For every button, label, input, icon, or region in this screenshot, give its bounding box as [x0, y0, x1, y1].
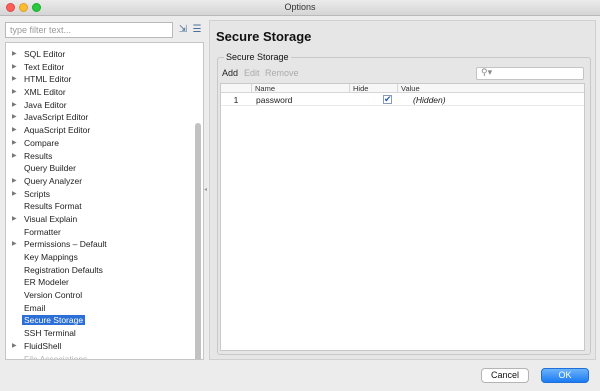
tree-item-label: Registration Defaults: [24, 264, 103, 275]
tree-item-label: HTML Editor: [24, 74, 72, 85]
table-header: Name Hide Value: [221, 84, 584, 93]
tree-item-label: AquaScript Editor: [24, 125, 91, 136]
tree-item[interactable]: Version Control: [6, 289, 194, 302]
tree-item[interactable]: ▶ Text Editor: [6, 61, 194, 74]
column-header-value[interactable]: Value: [397, 84, 584, 93]
tree-item[interactable]: Email: [6, 302, 194, 315]
edit-button[interactable]: Edit: [244, 68, 260, 78]
add-button[interactable]: Add: [222, 68, 238, 78]
title-bar: Options: [0, 0, 600, 16]
tree-item[interactable]: Key Mappings: [6, 251, 194, 264]
expand-arrow-icon[interactable]: ▶: [12, 175, 17, 188]
tree-item[interactable]: ▶ Java Editor: [6, 99, 194, 112]
tree-item-label: Permissions – Default: [24, 239, 107, 250]
table-row[interactable]: 1 password (Hidden): [221, 93, 584, 106]
group-title: Secure Storage: [224, 52, 291, 62]
expand-arrow-icon[interactable]: ▶: [12, 73, 17, 86]
tree-item-label: SSH Terminal: [24, 328, 76, 339]
tree-item[interactable]: ▶ Permissions – Default: [6, 238, 194, 251]
ok-button[interactable]: OK: [541, 368, 589, 383]
options-tree[interactable]: ▶ SQL Editor ▶ Text Editor ▶ HTML Editor ▶ XML …: [5, 42, 204, 360]
cancel-button[interactable]: Cancel: [481, 368, 529, 383]
filter-input[interactable]: [5, 22, 173, 38]
page-title: Secure Storage: [216, 29, 312, 44]
tree-item-label: Key Mappings: [24, 252, 78, 262]
tree-item[interactable]: ▶ AquaScript Editor: [6, 124, 194, 137]
column-header-hide[interactable]: Hide: [349, 84, 397, 93]
splitter-handle[interactable]: ◂: [204, 186, 207, 194]
expand-arrow-icon[interactable]: ▶: [12, 213, 17, 226]
expand-arrow-icon[interactable]: ▶: [12, 61, 17, 74]
column-header-name[interactable]: Name: [251, 84, 349, 93]
tree-scrollbar[interactable]: [195, 123, 201, 359]
expand-arrow-icon[interactable]: ▶: [12, 150, 17, 163]
expand-arrow-icon[interactable]: ▶: [12, 111, 17, 124]
expand-arrow-icon[interactable]: ▶: [12, 340, 17, 353]
minimize-window-button[interactable]: [19, 3, 28, 12]
tree-list: ▶ SQL Editor ▶ Text Editor ▶ HTML Editor ▶ XML …: [6, 48, 194, 360]
tree-item[interactable]: ▶ Scripts: [6, 188, 194, 201]
tree-item[interactable]: Registration Defaults: [6, 264, 194, 277]
expand-all-icon[interactable]: ⇲: [177, 23, 189, 37]
secure-storage-table[interactable]: Name Hide Value 1 password (Hidden): [220, 83, 585, 351]
tree-item-label: JavaScript Editor: [24, 112, 89, 123]
remove-button[interactable]: Remove: [265, 68, 299, 78]
tree-item-label: Java Editor: [24, 99, 67, 110]
tree-item[interactable]: Query Builder: [6, 162, 194, 175]
tree-item-label: Compare: [24, 137, 59, 148]
tree-item[interactable]: ▶ XML Editor: [6, 86, 194, 99]
table-search-input[interactable]: ⚲▾: [476, 67, 584, 80]
expand-arrow-icon[interactable]: ▶: [12, 188, 17, 201]
expand-arrow-icon[interactable]: ▶: [12, 99, 17, 112]
tree-item-label: Version Control: [24, 290, 83, 301]
row-number: 1: [233, 95, 239, 105]
expand-arrow-icon[interactable]: ▶: [12, 124, 17, 137]
tree-item[interactable]: ▶ JavaScript Editor: [6, 111, 194, 124]
tree-item[interactable]: File Associations: [6, 353, 194, 360]
tree-item-label: SQL Editor: [24, 49, 66, 59]
tree-item[interactable]: ▶ HTML Editor: [6, 73, 194, 86]
window-title: Options: [284, 2, 316, 12]
search-icon: ⚲▾: [481, 67, 493, 77]
expand-arrow-icon[interactable]: ▶: [12, 238, 17, 251]
tree-item[interactable]: Secure Storage: [6, 314, 194, 327]
tree-item-label: Email: [24, 302, 46, 313]
hide-checkbox[interactable]: [383, 93, 393, 106]
tree-item-label: Query Analyzer: [24, 175, 83, 186]
tree-item[interactable]: Results Format: [6, 200, 194, 213]
expand-arrow-icon[interactable]: ▶: [12, 86, 17, 99]
tree-item[interactable]: ▶ Results: [6, 150, 194, 163]
expand-arrow-icon[interactable]: ▶: [12, 48, 17, 61]
tree-item[interactable]: ▶ Compare: [6, 137, 194, 150]
tree-item-label: ER Modeler: [24, 277, 69, 288]
tree-item-label: Results: [24, 150, 53, 161]
settings-pane: Secure Storage Secure Storage Add Edit R…: [209, 20, 596, 360]
tree-item-label: File Associations: [24, 353, 88, 360]
tree-item[interactable]: ER Modeler: [6, 276, 194, 289]
maximize-window-button[interactable]: [32, 3, 41, 12]
tree-item[interactable]: ▶ Query Analyzer: [6, 175, 194, 188]
close-window-button[interactable]: [6, 3, 15, 12]
tree-item[interactable]: ▶ Visual Explain: [6, 213, 194, 226]
tree-item-label: XML Editor: [24, 87, 66, 98]
tree-item-label: Secure Storage: [22, 315, 86, 326]
expand-arrow-icon[interactable]: ▶: [12, 137, 17, 150]
tree-item[interactable]: ▶ SQL Editor: [6, 48, 194, 61]
tree-item-label: Text Editor: [24, 61, 65, 72]
tree-item[interactable]: ▶ FluidShell: [6, 340, 194, 353]
row-name[interactable]: password: [256, 94, 292, 106]
tree-item-label: Scripts: [24, 188, 50, 199]
tree-item-label: Results Format: [24, 201, 82, 212]
tree-item-label: Visual Explain: [24, 213, 78, 224]
tree-item[interactable]: Formatter: [6, 226, 194, 239]
collapse-all-icon[interactable]: ☰: [191, 23, 203, 37]
tree-item-label: FluidShell: [24, 340, 62, 351]
options-window: Options ⇲ ☰ ▶ SQL Editor ▶ Text Editor ▶ HTML…: [0, 0, 600, 391]
tree-item-label: Query Builder: [24, 163, 76, 174]
row-value[interactable]: (Hidden): [413, 94, 446, 106]
tree-item-label: Formatter: [24, 226, 61, 237]
tree-item[interactable]: SSH Terminal: [6, 327, 194, 340]
